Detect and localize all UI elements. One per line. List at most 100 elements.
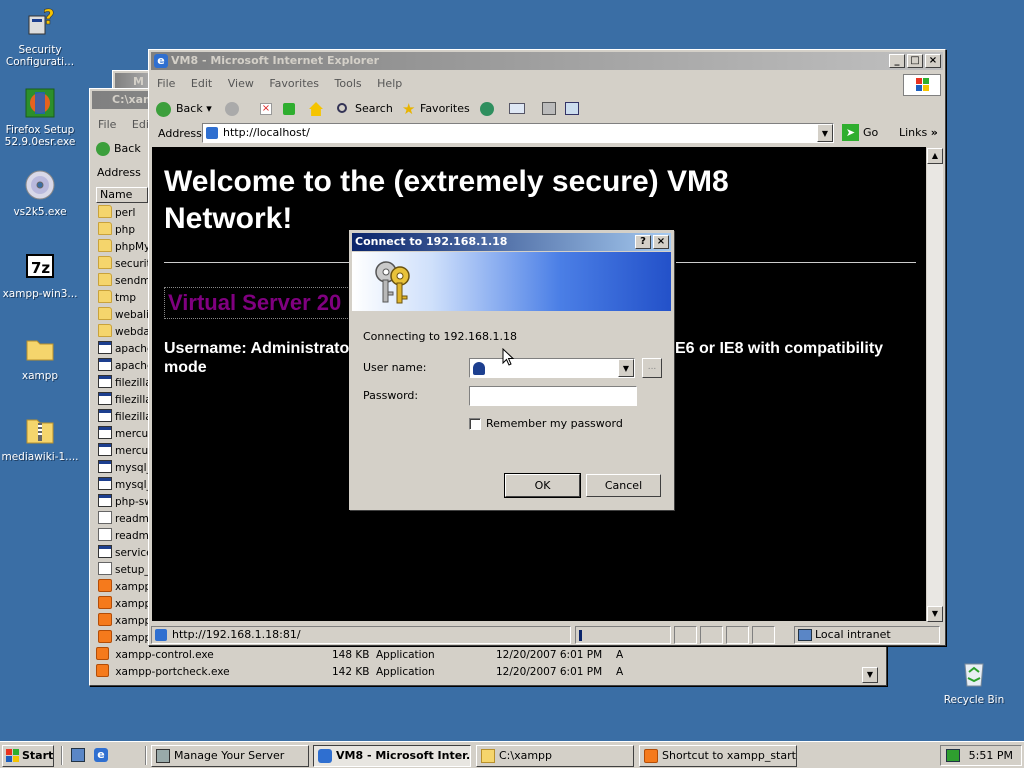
file-name: phpMy — [115, 241, 151, 253]
ie-url-text: http://localhost/ — [223, 126, 310, 139]
cancel-button[interactable]: Cancel — [586, 474, 661, 497]
explorer-scroll-down-button[interactable]: ▼ — [862, 667, 878, 683]
media-icon[interactable] — [480, 102, 494, 116]
explorer-menu-edit[interactable]: Edi — [132, 118, 149, 131]
ok-button[interactable]: OK — [504, 473, 581, 498]
task-xampp-start-shortcut[interactable]: Shortcut to xampp_start.... — [639, 745, 797, 767]
file-list-item[interactable]: xampp — [98, 613, 151, 630]
explorer-menu-file[interactable]: File — [98, 118, 116, 131]
file-list-item[interactable]: securit — [98, 256, 151, 273]
dialog-titlebar[interactable]: Connect to 192.168.1.18 ? × — [352, 233, 671, 251]
home-icon[interactable] — [309, 102, 323, 116]
desktop-icon-mediawiki[interactable]: mediawiki-1.... — [0, 413, 80, 463]
ie-address-bar[interactable]: http://localhost/ ▼ — [202, 123, 834, 143]
file-list-item[interactable]: setup_ — [98, 562, 150, 579]
explorer-detail-row[interactable]: xampp-portcheck.exe 142 KB Application 1… — [96, 664, 866, 681]
file-list-item[interactable]: xampp — [98, 596, 151, 613]
username-combobox[interactable]: ▼ — [469, 358, 635, 378]
ie-back-button[interactable]: Back ▾ — [156, 99, 212, 119]
windows-flag-icon — [903, 74, 941, 96]
ie-favorites-button[interactable]: ★ Favorites — [402, 99, 470, 119]
minimize-button[interactable]: _ — [889, 54, 905, 68]
forward-arrow-icon[interactable] — [225, 102, 239, 116]
file-list-item[interactable]: php — [98, 222, 135, 239]
file-list-item[interactable]: perl — [98, 205, 135, 222]
file-list-item[interactable]: phpMy — [98, 239, 150, 256]
ie-menu-edit[interactable]: Edit — [191, 77, 212, 90]
ie-titlebar[interactable]: e VM8 - Microsoft Internet Explorer _ □ … — [151, 52, 943, 70]
file-list-item[interactable]: service — [98, 545, 153, 562]
file-name: service — [115, 547, 153, 559]
ie-menu-view[interactable]: View — [228, 77, 254, 90]
back-arrow-icon — [156, 102, 171, 117]
help-button[interactable]: ? — [635, 235, 651, 249]
file-list-item[interactable]: readme — [98, 511, 155, 528]
checkbox-box[interactable] — [469, 418, 481, 430]
keys-icon — [375, 261, 410, 304]
desktop-icon-recycle-bin[interactable]: Recycle Bin — [934, 656, 1014, 706]
task-explorer-xampp[interactable]: C:\xampp — [476, 745, 634, 767]
file-list-item[interactable]: mercur — [98, 443, 153, 460]
file-list-item[interactable]: mercur — [98, 426, 153, 443]
mail-icon[interactable] — [509, 103, 525, 114]
desktop-icon-vs2k5[interactable]: vs2k5.exe — [0, 168, 80, 218]
explorer-back-button[interactable]: Back — [96, 139, 141, 159]
print-icon[interactable] — [542, 102, 556, 115]
browse-users-button[interactable]: ... — [642, 358, 662, 378]
ie-search-button[interactable]: Search — [337, 99, 393, 119]
file-list-item[interactable]: php-sw — [98, 494, 153, 511]
file-list-item[interactable]: mysql_ — [98, 477, 152, 494]
file-list-item[interactable]: apache — [98, 358, 153, 375]
task-manage-your-server[interactable]: Manage Your Server — [151, 745, 309, 767]
file-list-item[interactable]: webda — [98, 324, 150, 341]
dialog-close-button[interactable]: × — [653, 235, 669, 249]
network-tray-icon[interactable] — [946, 749, 960, 762]
desktop-icon-xampp-folder[interactable]: xampp — [0, 332, 80, 382]
ie-quicklaunch-icon[interactable]: e — [94, 748, 108, 762]
remember-password-checkbox[interactable]: Remember my password — [469, 417, 623, 431]
file-list-item[interactable]: filezilla — [98, 392, 152, 409]
file-list-item[interactable]: apache — [98, 341, 153, 358]
ie-go-button[interactable]: ➤ Go — [842, 124, 878, 142]
scroll-up-button[interactable]: ▲ — [927, 148, 943, 164]
username-dropdown-button[interactable]: ▼ — [618, 359, 634, 377]
maximize-button[interactable]: □ — [907, 54, 923, 68]
ie-menu-tools[interactable]: Tools — [335, 77, 362, 90]
ie-menu-favorites[interactable]: Favorites — [269, 77, 319, 90]
file-list-item[interactable]: tmp — [98, 290, 136, 307]
svg-text:7z: 7z — [31, 259, 50, 277]
scroll-down-button[interactable]: ▼ — [927, 606, 943, 622]
status-panel — [700, 626, 723, 644]
file-list-item[interactable]: readme — [98, 528, 155, 545]
ie-vertical-scrollbar[interactable]: ▲ ▼ — [927, 148, 943, 622]
task-ie-window[interactable]: VM8 - Microsoft Inter... — [313, 745, 471, 767]
file-name: xampp — [115, 581, 152, 593]
file-list-item[interactable]: webaliz — [98, 307, 155, 324]
explorer-column-name[interactable]: Name — [96, 187, 148, 203]
refresh-icon[interactable] — [283, 103, 295, 115]
address-dropdown-button[interactable]: ▼ — [817, 124, 833, 142]
show-desktop-icon[interactable] — [71, 748, 85, 762]
file-list-item[interactable]: filezilla — [98, 409, 152, 426]
file-list-item[interactable]: xampp — [98, 579, 151, 596]
clock[interactable]: 5:51 PM — [969, 749, 1013, 762]
status-zone-panel: Local intranet — [794, 626, 940, 644]
file-list-item[interactable]: mysql_ — [98, 460, 152, 477]
ie-menu-file[interactable]: File — [157, 77, 175, 90]
desktop-icon-xampp-7z[interactable]: 7z xampp-win3... — [0, 250, 80, 300]
start-button[interactable]: Start — [2, 745, 54, 767]
file-name: webda — [115, 326, 150, 338]
file-list-item[interactable]: xampp — [98, 630, 151, 647]
status-panel — [674, 626, 697, 644]
ie-menu-help[interactable]: Help — [377, 77, 402, 90]
desktop-icon-security-config[interactable]: ? Security Configurati... — [0, 5, 80, 68]
edit-icon[interactable] — [565, 102, 579, 115]
folder-icon — [98, 222, 112, 235]
password-input[interactable] — [469, 386, 637, 406]
stop-icon[interactable]: × — [260, 103, 272, 115]
file-list-item[interactable]: sendm — [98, 273, 150, 290]
desktop-icon-firefox-setup[interactable]: Firefox Setup 52.9.0esr.exe — [0, 86, 80, 148]
explorer-detail-row[interactable]: xampp-control.exe 148 KB Application 12/… — [96, 647, 866, 664]
close-button[interactable]: × — [925, 54, 941, 68]
ie-links-button[interactable]: Links » — [899, 126, 938, 139]
